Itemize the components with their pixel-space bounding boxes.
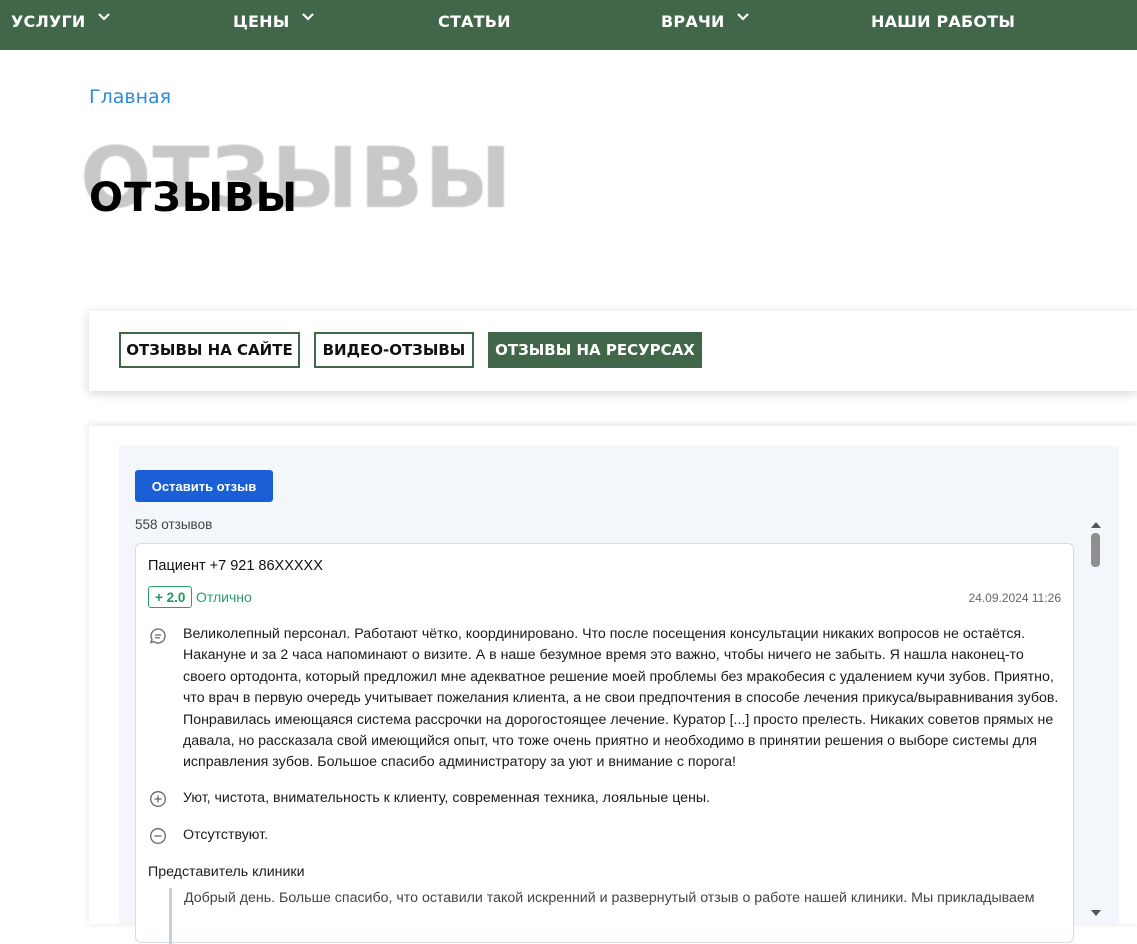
tab-site-reviews[interactable]: ОТЗЫВЫ НА САЙТЕ [119,332,300,368]
review-comment: Великолепный персонал. Работают чётко, к… [183,626,1059,771]
reviews-section: Оставить отзыв 558 отзывов Пациент +7 92… [89,426,1137,944]
chevron-down-icon [97,13,110,23]
review-count: 558 отзывов [135,517,213,532]
nav-item-label: ВРАЧИ [661,11,725,31]
nav-item-our-works[interactable]: НАШИ РАБОТЫ [871,0,1015,42]
nav-item-label: СТАТЬИ [438,11,511,31]
nav-item-label: НАШИ РАБОТЫ [871,11,1016,31]
nav-item-doctors[interactable]: ВРАЧИ [661,0,749,42]
tab-video-reviews[interactable]: ВИДЕО-ОТЗЫВЫ [314,332,474,368]
leave-review-button[interactable]: Оставить отзыв [135,470,273,502]
rating-badge: + 2.0 [148,586,193,608]
nav-item-articles[interactable]: СТАТЬИ [438,0,511,42]
minus-circle-icon [149,827,167,845]
review-card: Пациент +7 921 86XXXXX + 2.0 Отлично 24.… [135,543,1074,944]
review-pros: Уют, чистота, внимательность к клиенту, … [183,790,711,806]
clinic-representative-label: Представитель клиники [148,864,305,880]
review-date: 24.09.2024 11:26 [968,591,1061,605]
chevron-down-icon [301,13,314,23]
scrollbar-thumb[interactable] [1091,533,1100,567]
page-title: ОТЗЫВЫ [89,175,299,221]
scroll-down-arrow-icon[interactable] [1091,910,1101,916]
top-navigation: УСЛУГИ ЦЕНЫ СТАТЬИ ВРАЧИ НАШИ РАБОТЫ [0,0,1137,50]
reviews-widget: Оставить отзыв 558 отзывов Пациент +7 92… [119,446,1119,944]
chevron-down-icon [736,13,749,23]
comment-icon [149,627,167,645]
review-tabs-panel: ОТЗЫВЫ НА САЙТЕ ВИДЕО-ОТЗЫВЫ ОТЗЫВЫ НА Р… [89,311,1137,391]
plus-circle-icon [149,790,167,808]
breadcrumb-home-link[interactable]: Главная [89,86,171,108]
review-cons: Отсутствуют. [183,827,269,843]
tab-external-reviews[interactable]: ОТЗЫВЫ НА РЕСУРСАХ [488,332,702,368]
nav-item-label: ЦЕНЫ [233,11,290,31]
nav-item-label: УСЛУГИ [11,11,86,31]
scroll-up-arrow-icon[interactable] [1091,522,1101,528]
review-author: Пациент +7 921 86XXXXX [148,558,323,574]
rating-label: Отлично [196,589,252,605]
nav-item-prices[interactable]: ЦЕНЫ [233,0,314,42]
clinic-reply: Добрый день. Больше спасибо, что оставил… [169,888,1059,944]
nav-item-services[interactable]: УСЛУГИ [11,0,110,42]
reviews-scrollbar[interactable] [1089,517,1103,924]
